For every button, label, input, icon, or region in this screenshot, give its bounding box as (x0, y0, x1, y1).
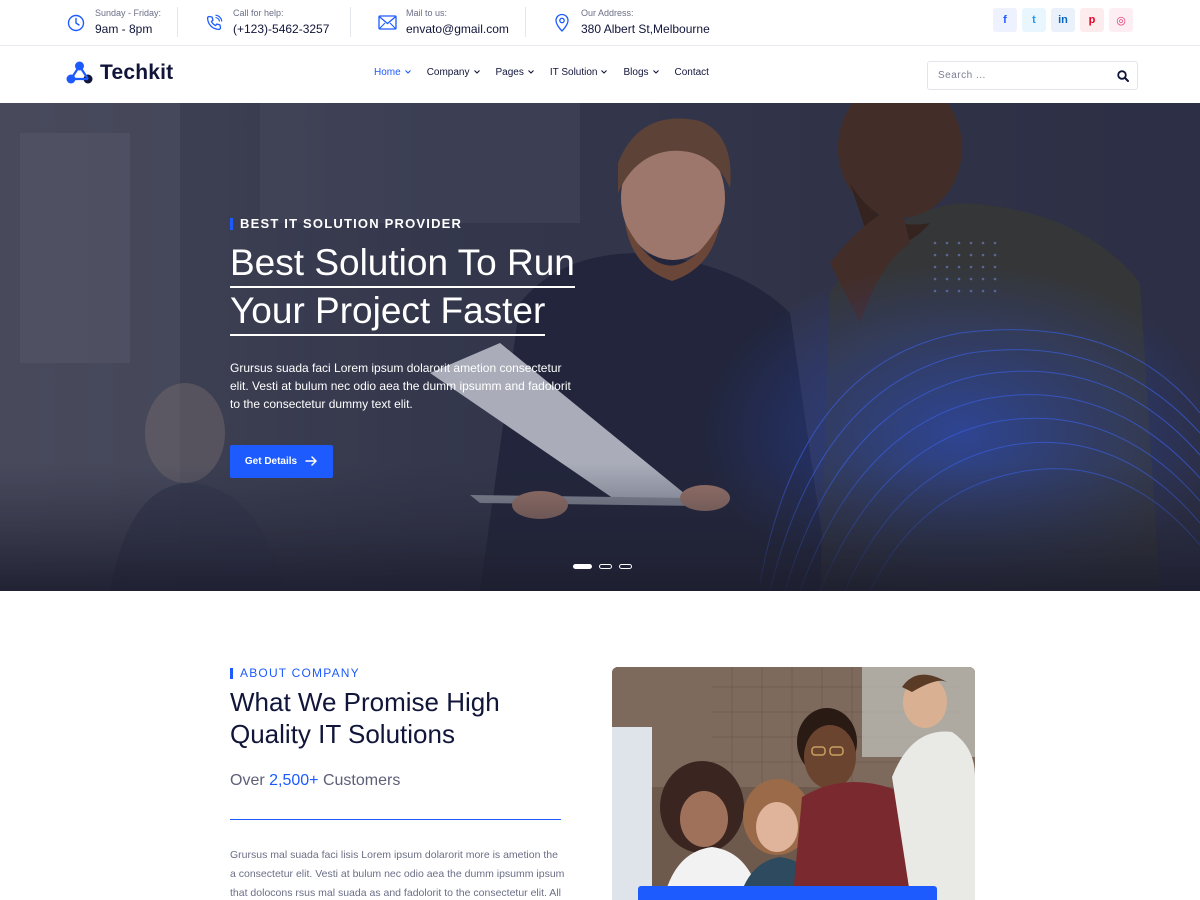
top-info-bar: Sunday - Friday: 9am - 8pm Call for help… (0, 0, 1200, 46)
pinterest-icon[interactable]: p (1080, 8, 1104, 32)
about-tagline: ABOUT COMPANY (230, 666, 360, 680)
hours-value: 9am - 8pm (95, 22, 153, 36)
instagram-icon[interactable]: ◎ (1109, 8, 1133, 32)
hero-title-line-2: Your Project Faster (230, 288, 546, 336)
arrow-right-icon (305, 454, 318, 469)
mail-info[interactable]: Mail to us: envato@gmail.com (377, 0, 509, 45)
search-input[interactable] (928, 70, 1108, 81)
get-details-button[interactable]: Get Details (230, 445, 333, 478)
slider-dot-3[interactable] (619, 564, 632, 569)
get-details-label: Get Details (244, 456, 298, 467)
hero-slider: BEST IT SOLUTION PROVIDER Best Solution … (0, 103, 1200, 591)
address-label: Our Address: (581, 8, 634, 18)
address-info: Our Address: 380 Albert St,Melbourne (552, 0, 710, 45)
logo-text: Techkit (100, 61, 174, 84)
primary-menu: Home Company Pages IT Solution Blogs Contact (374, 67, 725, 78)
chevron-down-icon (652, 69, 659, 76)
phone-icon (204, 13, 224, 33)
about-tagline-text: ABOUT COMPANY (240, 666, 360, 680)
search-icon[interactable] (1117, 69, 1131, 83)
nav-item-contact[interactable]: Contact (675, 67, 709, 78)
twitter-icon[interactable]: t (1022, 8, 1046, 32)
slider-dot-2[interactable] (599, 564, 612, 569)
about-divider (230, 819, 561, 820)
logo[interactable]: Techkit (66, 60, 173, 86)
clock-icon (66, 13, 86, 33)
customers-count: Over 2,500+ Customers (230, 772, 400, 790)
chevron-down-icon (527, 69, 534, 76)
about-team-photo (612, 667, 975, 900)
hours-label: Sunday - Friday: (95, 8, 162, 18)
nav-item-company[interactable]: Company (427, 67, 480, 78)
hero-background-image (0, 103, 1200, 591)
hero-title-line-1: Best Solution To Run (230, 240, 575, 288)
logo-mark-icon (66, 60, 93, 86)
about-image-accent-bar (638, 886, 937, 900)
nav-item-label: IT Solution (549, 67, 598, 78)
main-navbar: Techkit Home Company Pages IT Solution Blogs… (0, 46, 1200, 103)
customers-number: 2,500+ (269, 772, 319, 789)
nav-item-label: Pages (495, 67, 524, 78)
nav-item-label: Blogs (623, 67, 649, 78)
chevron-down-icon (473, 69, 480, 76)
slider-dot-1[interactable] (573, 564, 592, 569)
search-box (927, 61, 1138, 90)
nav-item-label: Home (374, 67, 401, 78)
facebook-icon[interactable]: f (993, 8, 1017, 32)
address-value: 380 Albert St,Melbourne (581, 22, 710, 36)
divider (177, 7, 178, 37)
tagline-accent-bar (230, 667, 233, 679)
customers-prefix: Over (230, 772, 265, 789)
customers-suffix: Customers (322, 772, 401, 789)
nav-item-it-solution[interactable]: IT Solution (550, 67, 608, 78)
phone-value[interactable]: (+123)-5462-3257 (233, 21, 329, 37)
tagline-accent-bar (230, 217, 233, 230)
about-description: Grursus mal suada faci lisis Lorem ipsum… (230, 849, 565, 899)
nav-item-pages[interactable]: Pages (496, 67, 534, 78)
chevron-down-icon (404, 69, 411, 76)
phone-label: Call for help: (233, 8, 284, 18)
hero-tagline-text: BEST IT SOLUTION PROVIDER (240, 216, 463, 231)
phone-info[interactable]: Call for help: (+123)-5462-3257 (204, 0, 329, 45)
nav-item-label: Company (426, 67, 470, 78)
location-pin-icon (552, 13, 572, 33)
hero-description: Grursus suada faci Lorem ipsum dolarorit… (230, 361, 571, 411)
hours-info: Sunday - Friday: 9am - 8pm (66, 0, 161, 45)
hero-tagline: BEST IT SOLUTION PROVIDER (230, 216, 462, 231)
nav-item-blogs[interactable]: Blogs (623, 67, 659, 78)
hero-title: Best Solution To Run Your Project Faster (230, 240, 630, 336)
divider (525, 7, 526, 37)
mail-label: Mail to us: (406, 8, 448, 18)
divider (350, 7, 351, 37)
linkedin-icon[interactable]: in (1051, 8, 1075, 32)
social-links: f t in p ◎ (993, 8, 1133, 32)
nav-item-home[interactable]: Home (374, 67, 411, 78)
nav-item-label: Contact (674, 67, 709, 78)
slider-pagination (573, 564, 632, 569)
mail-icon (377, 13, 397, 33)
chevron-down-icon (601, 69, 608, 76)
mail-value[interactable]: envato@gmail.com (406, 21, 509, 37)
about-title: What We Promise High Quality IT Solution… (230, 687, 500, 749)
